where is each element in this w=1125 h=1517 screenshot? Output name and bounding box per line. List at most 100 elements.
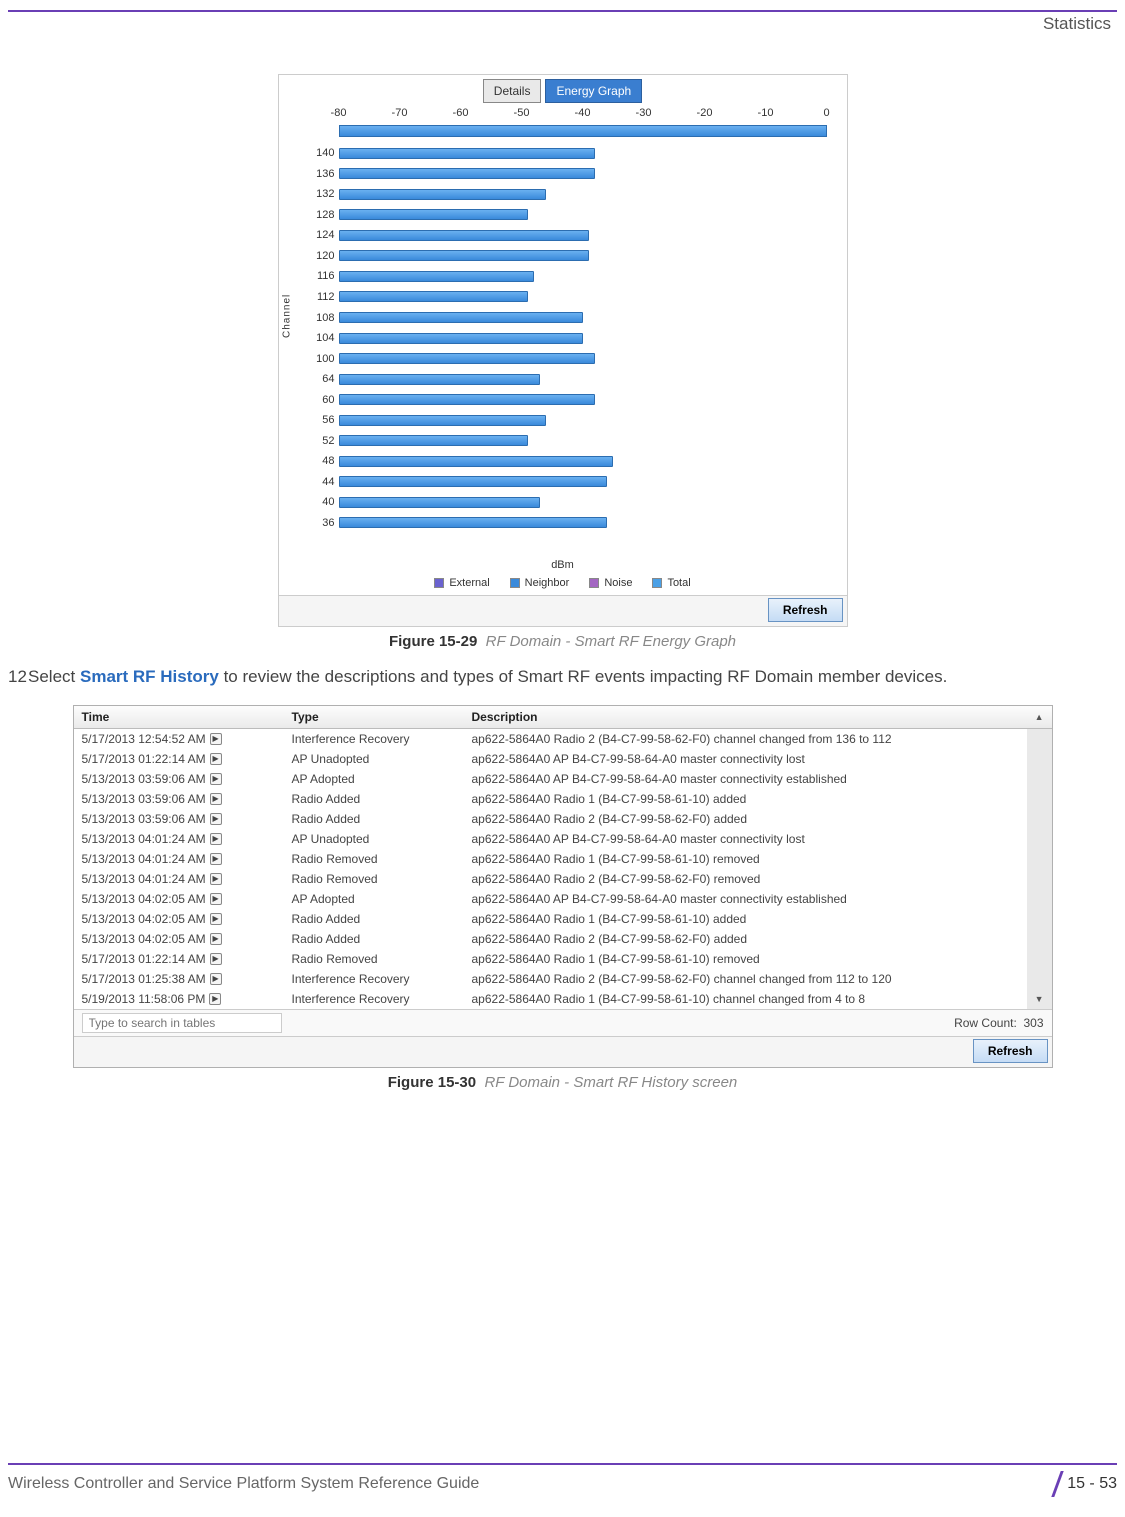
cell-time: 5/13/2013 04:02:05 AM [82, 912, 206, 926]
x-tick: -30 [636, 107, 652, 119]
play-icon[interactable]: ▶ [210, 853, 222, 865]
y-tick: 112 [307, 291, 335, 303]
cell-type: Radio Removed [284, 869, 464, 889]
table-row[interactable]: 5/17/2013 12:54:52 AM▶Interference Recov… [74, 728, 1052, 749]
scrollbar-up[interactable]: ▲ [1027, 706, 1052, 729]
play-icon[interactable]: ▶ [210, 893, 222, 905]
cell-description: ap622-5864A0 AP B4-C7-99-58-64-A0 master… [464, 769, 1027, 789]
table-row[interactable]: 5/13/2013 04:01:24 AM ▶ Radio Removedap622… [74, 849, 1052, 869]
play-icon[interactable]: ▶ [210, 973, 222, 985]
bar-row: 108 [339, 307, 827, 328]
x-tick: -50 [514, 107, 530, 119]
bar-row: 36 [339, 513, 827, 534]
table-filter-input[interactable] [82, 1013, 282, 1033]
play-icon[interactable]: ▶ [210, 833, 222, 845]
cell-type: Radio Removed [284, 849, 464, 869]
bar-row: 56 [339, 410, 827, 431]
bar [339, 250, 589, 261]
y-axis-label: Channel [281, 294, 292, 338]
step-pre: Select [28, 667, 80, 686]
y-tick: 36 [307, 517, 335, 529]
col-description[interactable]: Description [464, 706, 1027, 729]
bar-row: 100 [339, 348, 827, 369]
x-axis-ticks: -80-70-60-50-40-30-20-100 [339, 107, 827, 125]
cell-description: ap622-5864A0 Radio 1 (B4-C7-99-58-61-10)… [464, 849, 1027, 869]
table-row[interactable]: 5/13/2013 04:02:05 AM▶AP Adoptedap622-58… [74, 889, 1052, 909]
table-row[interactable]: 5/17/2013 01:25:38 AM▶Interference Recov… [74, 969, 1052, 989]
cell-time: 5/13/2013 04:01:24 AM [82, 852, 206, 866]
chart-refresh-button[interactable]: Refresh [768, 598, 843, 622]
energy-chart-panel: Details Energy Graph Channel -80-70-60-5… [278, 74, 848, 627]
play-icon[interactable]: ▶ [210, 773, 222, 785]
cell-time: 5/19/2013 11:58:06 PM [82, 992, 206, 1006]
step-bold: Smart RF History [80, 667, 219, 686]
row-count-value: 303 [1023, 1016, 1043, 1030]
history-table-panel: Time Type Description ▲ 5/17/2013 12:54:… [73, 705, 1053, 1068]
cell-time: 5/13/2013 03:59:06 AM [82, 792, 206, 806]
bar [339, 415, 546, 426]
cell-type: AP Unadopted [284, 829, 464, 849]
bar-row: 140 [339, 143, 827, 164]
cell-description: ap622-5864A0 Radio 2 (B4-C7-99-58-62-F0)… [464, 869, 1027, 889]
table-row[interactable]: 5/13/2013 03:59:06 AM▶Radio Addedap622-5… [74, 809, 1052, 829]
bar [339, 209, 528, 220]
play-icon[interactable]: ▶ [210, 873, 222, 885]
table-row[interactable]: 5/17/2013 01:22:14 AM▶Radio Removedap622… [74, 949, 1052, 969]
y-tick: 40 [307, 496, 335, 508]
bar-row: 120 [339, 246, 827, 267]
bar-row: 60 [339, 389, 827, 410]
table-row[interactable]: 5/13/2013 04:01:24 AM ▶ Radio Removedap622… [74, 869, 1052, 889]
play-icon[interactable]: ▶ [210, 913, 222, 925]
table-refresh-button[interactable]: Refresh [973, 1039, 1048, 1063]
swatch-neighbor [510, 578, 520, 588]
col-type[interactable]: Type [284, 706, 464, 729]
bar [339, 374, 540, 385]
cell-description: ap622-5864A0 Radio 2 (B4-C7-99-58-62-F0)… [464, 809, 1027, 829]
y-tick: 44 [307, 476, 335, 488]
tab-energy-graph[interactable]: Energy Graph [545, 79, 642, 103]
cell-time: 5/13/2013 04:01:24 AM [82, 832, 206, 846]
table-row[interactable]: 5/17/2013 01:22:14 AM▶AP Unadoptedap622-… [74, 749, 1052, 769]
cell-time: 5/13/2013 04:01:24 AM [82, 872, 206, 886]
tab-details[interactable]: Details [483, 79, 542, 103]
chart-top-bar [339, 125, 827, 137]
table-row[interactable]: 5/19/2013 11:58:06 PM▶ Interference Recov… [74, 989, 1052, 1009]
play-icon[interactable]: ▶ [210, 953, 222, 965]
y-tick: 104 [307, 332, 335, 344]
play-icon[interactable]: ▶ [209, 993, 221, 1005]
col-time[interactable]: Time [74, 706, 284, 729]
table-row[interactable]: 5/13/2013 04:02:05 AM▶Radio Addedap622-5… [74, 909, 1052, 929]
bar-row: 112 [339, 287, 827, 308]
bar-row: 48 [339, 451, 827, 472]
bar-row: 136 [339, 164, 827, 185]
x-tick: -60 [453, 107, 469, 119]
cell-description: ap622-5864A0 AP B4-C7-99-58-64-A0 master… [464, 829, 1027, 849]
history-table: Time Type Description ▲ 5/17/2013 12:54:… [74, 706, 1052, 1009]
play-icon[interactable]: ▶ [210, 793, 222, 805]
bar-row: 132 [339, 184, 827, 205]
figure-30-label: Figure 15-30 [388, 1074, 476, 1091]
table-row[interactable]: 5/13/2013 04:02:05 AM▶Radio Addedap622-5… [74, 929, 1052, 949]
scrollbar-down[interactable]: ▼ [1035, 993, 1044, 1005]
cell-type: AP Adopted [284, 889, 464, 909]
bar [339, 230, 589, 241]
table-row[interactable]: 5/13/2013 04:01:24 AM ▶ AP Unadoptedap622-… [74, 829, 1052, 849]
figure-29-text: RF Domain - Smart RF Energy Graph [486, 633, 736, 650]
play-icon[interactable]: ▶ [210, 813, 222, 825]
play-icon[interactable]: ▶ [210, 733, 222, 745]
y-tick: 60 [307, 394, 335, 406]
cell-type: Interference Recovery [284, 989, 464, 1009]
footer-page: 15 - 53 [1056, 1471, 1117, 1497]
play-icon[interactable]: ▶ [210, 933, 222, 945]
table-row[interactable]: 5/13/2013 03:59:06 AM▶AP Adoptedap622-58… [74, 769, 1052, 789]
table-row[interactable]: 5/13/2013 03:59:06 AM▶Radio Addedap622-5… [74, 789, 1052, 809]
cell-description: ap622-5864A0 AP B4-C7-99-58-64-A0 master… [464, 889, 1027, 909]
bar [339, 189, 546, 200]
bar [339, 517, 607, 528]
y-tick: 108 [307, 312, 335, 324]
step-12: 12 Select Smart RF History to review the… [8, 666, 1117, 689]
play-icon[interactable]: ▶ [210, 753, 222, 765]
y-tick: 116 [307, 270, 335, 282]
figure-29-label: Figure 15-29 [389, 633, 477, 650]
y-tick: 120 [307, 250, 335, 262]
